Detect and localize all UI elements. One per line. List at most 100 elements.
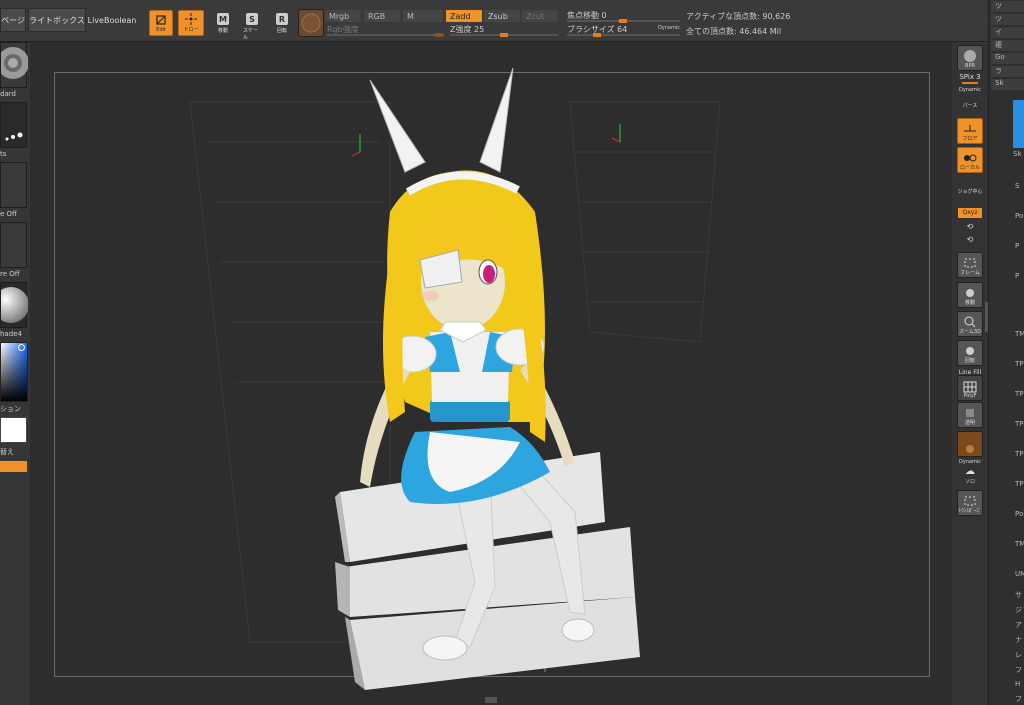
scale-label: スケール — [243, 28, 259, 41]
label-tp-2: TP — [1015, 390, 1024, 398]
label-po-2: Po — [1015, 510, 1024, 518]
page-tab[interactable]: ページ — [0, 8, 26, 32]
liveboolean-button[interactable]: LiveBoolean — [87, 8, 137, 32]
alpha-thumbnail[interactable] — [0, 162, 27, 208]
move-label: 移動 — [217, 28, 228, 34]
move-view-button[interactable]: 移動 — [957, 282, 983, 308]
palette-row-3[interactable]: 複 — [991, 40, 1024, 51]
rotate-y-icon[interactable]: ⟲ — [952, 222, 988, 231]
z-intensity-slider[interactable]: Z強度 25 — [450, 24, 558, 37]
secondary-color-swatch[interactable] — [0, 417, 27, 443]
spix-knob[interactable] — [962, 82, 978, 84]
dynamic-label: Dynamic — [657, 25, 680, 31]
zcut-label: Zcut — [526, 11, 545, 21]
frame-label: フレーム — [960, 270, 980, 276]
zadd-mode[interactable]: Zadd — [446, 10, 482, 22]
label-fu-1: フ — [1015, 666, 1022, 674]
bpr-button[interactable]: BPR — [957, 45, 983, 71]
local-label: ローカル — [959, 165, 980, 171]
palette-row-5[interactable]: ラ — [991, 66, 1024, 77]
material-sphere-icon — [0, 287, 29, 323]
focal-shift-slider[interactable]: 焦点移動 0 — [567, 10, 680, 23]
material-thumbnail[interactable] — [0, 282, 29, 328]
palette-row-6[interactable]: Sk — [991, 79, 1024, 90]
dynamic2-label: Dynamic — [958, 459, 982, 465]
label-tm-2: TM — [1015, 540, 1024, 548]
rotate-view-label: 回転 — [964, 358, 975, 364]
xpose-button[interactable]: ﾄﾗﾝｽﾎﾟｰｽﾞ — [957, 490, 983, 516]
edit-button[interactable]: Edit — [149, 10, 173, 36]
brush-icon — [0, 47, 29, 79]
local-button[interactable]: ローカル — [957, 147, 983, 173]
draw-icon — [185, 13, 197, 25]
zcut-mode[interactable]: Zcut — [522, 10, 558, 22]
lightbox-button[interactable]: ライトボックス — [28, 8, 86, 32]
perspective-button[interactable]: パース — [952, 102, 988, 109]
label-fu-2: フ — [1015, 695, 1022, 703]
zsub-mode[interactable]: Zsub — [484, 10, 520, 22]
palette-row-4[interactable]: Go — [991, 53, 1024, 64]
solo-label: ソロ — [964, 479, 975, 485]
rotate-z-icon[interactable]: ⟲ — [952, 235, 988, 244]
scale-icon: S — [246, 13, 258, 25]
transp-button[interactable]: 透明 — [957, 402, 983, 428]
zadd-label: Zadd — [450, 11, 471, 21]
dynamic-label: Dynamic — [958, 87, 982, 93]
palette-row-1[interactable]: ツ — [991, 14, 1024, 25]
floor-label: フロア — [962, 136, 978, 142]
rgb-label: RGB — [368, 11, 386, 21]
color-picker-cursor[interactable] — [18, 344, 25, 351]
swap-button[interactable] — [0, 461, 27, 472]
brush-size-slider[interactable]: ブラシサイズ 64 Dynamic — [567, 24, 680, 37]
focal-shift-label: 焦点移動 0 — [567, 11, 607, 20]
viewport-scroll-handle[interactable] — [485, 697, 497, 703]
draw-button[interactable]: ドロー — [178, 10, 204, 36]
polyf-button[interactable]: PolyF — [957, 375, 983, 401]
right-shoe — [561, 618, 595, 642]
label-um: UM — [1015, 570, 1024, 578]
mrgb-label: Mrgb — [329, 11, 350, 21]
spix-slider[interactable]: SPix 3 — [952, 73, 988, 81]
move-button[interactable]: M 移動 — [215, 13, 231, 34]
texture-thumbnail[interactable] — [0, 222, 27, 268]
label-p-1: P — [1015, 242, 1020, 250]
canvas-viewport[interactable] — [30, 42, 952, 705]
left-tray: dard ts e Off re Off hade4 ション 替え — [0, 42, 30, 705]
move-view-label: 移動 — [964, 300, 975, 306]
palette-row-2[interactable]: イ — [991, 27, 1024, 38]
eye-iris — [483, 265, 495, 283]
rotate-hand-icon — [966, 347, 974, 355]
rotate-label: 回転 — [276, 28, 287, 34]
label-h: H — [1015, 680, 1021, 688]
floor-button[interactable]: フロア — [957, 118, 983, 144]
page-tab-label: ページ — [1, 15, 25, 25]
label-tp-5: TP — [1015, 480, 1024, 488]
label-tp-4: TP — [1015, 450, 1024, 458]
palette-row-0[interactable]: ツ — [991, 1, 1024, 12]
bunny-ears — [369, 67, 514, 173]
rgb-mode[interactable]: RGB — [364, 10, 400, 22]
mrgb-mode[interactable]: Mrgb — [325, 10, 361, 22]
rotate-button[interactable]: R 回転 — [275, 13, 289, 34]
color-picker[interactable] — [0, 342, 28, 402]
gizmo-button[interactable]: ジョグ中心 — [952, 188, 988, 195]
m-mode[interactable]: M — [403, 10, 443, 22]
zoom3d-button[interactable]: ズーム3D — [957, 311, 983, 337]
mrgb-swatch-button[interactable] — [298, 9, 324, 37]
rgb-intensity-slider[interactable]: Rgb強度 — [327, 24, 444, 37]
waist-bow — [430, 400, 510, 422]
subtool-thumbnail[interactable] — [1013, 100, 1024, 148]
xyz-button[interactable]: Qxyz — [958, 208, 982, 218]
stroke-thumbnail[interactable] — [0, 102, 27, 148]
polyf-grid-icon — [963, 381, 977, 393]
scale-button[interactable]: S スケール — [243, 13, 261, 41]
brush-thumbnail[interactable] — [0, 42, 29, 88]
stroke-dots-icon — [5, 132, 23, 141]
total-points-readout: 全ての頂点数: 46.464 Mil — [686, 27, 782, 36]
alpha-label: e Off — [0, 210, 17, 218]
solo-icon[interactable]: ☁ — [952, 466, 988, 477]
rotate-view-button[interactable]: 回転 — [957, 340, 983, 366]
label-a: ア — [1015, 621, 1022, 629]
frame-button[interactable]: フレーム — [957, 252, 983, 278]
ghost-button[interactable] — [957, 431, 983, 457]
